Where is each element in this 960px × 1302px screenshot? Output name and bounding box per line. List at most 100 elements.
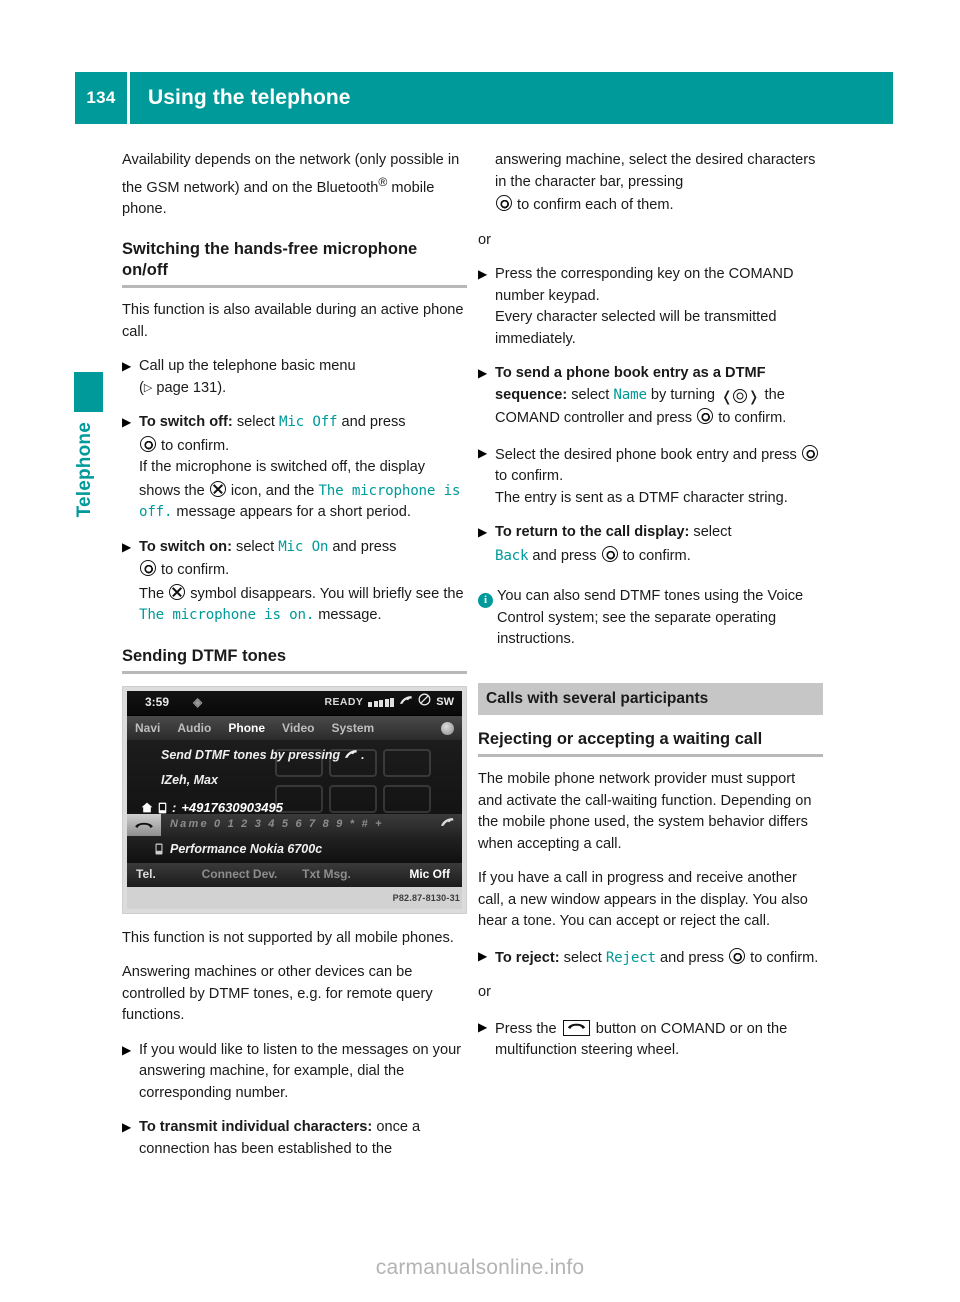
heading-switching-mic: Switching the hands-free microphone on/o… [122,240,418,280]
step-return-to-call-display: ▶ To return to the call display: select … [478,522,823,567]
heading-rule [122,285,467,289]
step-switch-on: ▶ To switch on: select Mic On and press … [122,537,467,627]
comand-character-bar[interactable]: Name 0 1 2 3 4 5 6 7 8 9 * # + [127,813,462,836]
step-bullet-icon: ▶ [478,1019,488,1034]
step-call-up-basic-menu: ▶ Call up the telephone basic menu (▷ pa… [122,356,467,399]
step-text: select [232,414,279,431]
status-time: 3:59 [145,695,170,710]
step-body: To reject: select Reject and press to co… [495,946,823,970]
continued-text-end: to confirm each of them. [513,197,674,213]
detail-text-3: message appears for a short period. [172,504,411,521]
figure-caption-code: P82.87-8130-31 [392,893,460,904]
step-detail: The entry is sent as a DTMF character st… [495,489,788,506]
step-send-phonebook-entry: ▶ To send a phone book entry as a DTMF s… [478,363,823,430]
heading-dtmf-block: Sending DTMF tones [122,646,467,674]
step-text: select [689,524,732,540]
step-body: If you would like to listen to the messa… [139,1041,462,1101]
menu-item-back[interactable]: Back [495,548,529,564]
heading-sending-dtmf: Sending DTMF tones [122,646,287,665]
bluetooth-device-icon [155,843,163,855]
step-continued-from-left: ▶ answering machine, select the desired … [478,150,823,217]
step-select-phonebook-entry: ▶ Select the desired phone book entry an… [478,443,823,510]
step-body: To switch off: select Mic Off and press … [139,412,467,524]
hangup-key-icon[interactable] [127,813,161,836]
menu-tab-system[interactable]: System [332,718,375,740]
turn-controller-icon: ❬ ❭ [721,388,759,405]
step-body: To switch on: select Mic On and press to… [139,537,467,627]
step-label-bold: To switch on: [139,538,232,555]
menu-tab-navi[interactable]: Navi [135,718,160,740]
handset-icon [399,692,413,714]
softkey-mic-off[interactable]: Mic Off [370,864,462,886]
page-reference[interactable]: page 131). [152,380,226,396]
step-bullet-icon: ▶ [478,445,488,460]
page-title: Using the telephone [130,72,893,124]
right-column: ▶ answering machine, select the desired … [478,150,823,1075]
info-note-text: You can also send DTMF tones using the V… [497,588,804,647]
or-separator-2: or [478,984,491,1000]
heading-rule [478,754,823,757]
page-number: 134 [75,72,127,124]
menu-item-reject[interactable]: Reject [606,950,656,966]
detail-text-1: The [139,585,169,602]
step-body: Press the button on COMAND or on the mul… [495,1017,823,1062]
device-name: Performance Nokia 6700c [170,841,323,856]
step-text-2: and press [328,538,397,555]
info-icon: i [478,586,497,651]
section-side-tab: Telephone [74,372,103,517]
step-transmit-characters: ▶ To transmit individual characters: onc… [122,1117,467,1160]
softkey-txt-msg[interactable]: Txt Msg. [283,864,370,886]
comand-softkey-bar: Tel. Connect Dev. Txt Msg. Mic Off [127,862,462,887]
press-controller-icon [140,560,156,577]
after-shot-paragraph-1: This function is not supported by all mo… [122,929,454,946]
detail-text-3: message. [314,607,382,624]
info-note: i You can also send DTMF tones using the… [478,586,823,651]
menu-tab-video[interactable]: Video [282,718,314,740]
menu-tab-audio[interactable]: Audio [177,718,211,740]
status-right-group: READY SW [325,692,454,714]
page-header: 134 Using the telephone [75,72,893,124]
step-text: select [567,386,614,403]
press-controller-icon [496,195,512,211]
step-press-keypad-key: ▶ Press the corresponding key on the COM… [478,264,823,350]
step-body: To send a phone book entry as a DTMF seq… [495,363,823,430]
softkey-connect-dev[interactable]: Connect Dev. [196,864,283,886]
step-label-bold: To reject: [495,949,560,966]
site-watermark: carmanualsonline.info [375,1256,585,1279]
info-badge-letter: i [478,593,493,608]
detail-text-2: icon, and the [226,482,319,499]
step-listen-messages: ▶ If you would like to listen to the mes… [122,1040,467,1105]
step-reject-call: ▶ To reject: select Reject and press to … [478,946,823,970]
status-sw-label: SW [436,696,454,709]
call-key-icon[interactable] [433,814,462,836]
menu-item-mic-off[interactable]: Mic Off [279,414,338,430]
press-controller-icon [729,947,746,964]
step-text-2: and press [337,414,406,431]
step-text: select [559,949,606,966]
menu-item-name[interactable]: Name [613,387,647,403]
registered-mark: ® [378,174,388,189]
side-tab-marker [74,372,103,412]
softkey-tel[interactable]: Tel. [127,864,196,886]
comand-screenshot-figure: 3:59 ◈ READY SW Navi Audio Phone Video S… [122,685,467,914]
step-switch-off: ▶ To switch off: select Mic Off and pres… [122,412,467,524]
paragraph-provider: The mobile phone network provider must s… [478,771,812,852]
display-message-mic-on: The microphone is on. [139,607,315,624]
step-text: Press the [495,1020,561,1037]
step-text-3: to confirm. [618,547,691,564]
menu-item-mic-on[interactable]: Mic On [278,539,328,555]
step-text: select [231,538,279,555]
step-text: Call up the telephone basic menu [139,358,356,375]
intro-paragraph: Availability depends on the network (onl… [122,150,467,220]
no-service-icon [418,692,431,714]
step-bullet-icon: ▶ [122,539,132,554]
detail-text-2: symbol disappears. You will briefly see … [186,585,464,602]
step-body: To transmit individual characters: once … [139,1117,467,1160]
left-column: Availability depends on the network (onl… [122,150,467,1173]
step-bullet-icon: ▶ [122,1120,132,1135]
step-body: Select the desired phone book entry and … [495,443,823,510]
menu-tab-phone[interactable]: Phone [228,718,265,740]
mic-off-symbol-icon [209,480,226,497]
character-bar-items[interactable]: Name 0 1 2 3 4 5 6 7 8 9 * # + [161,814,433,836]
confirm-text: to confirm. [157,562,230,579]
